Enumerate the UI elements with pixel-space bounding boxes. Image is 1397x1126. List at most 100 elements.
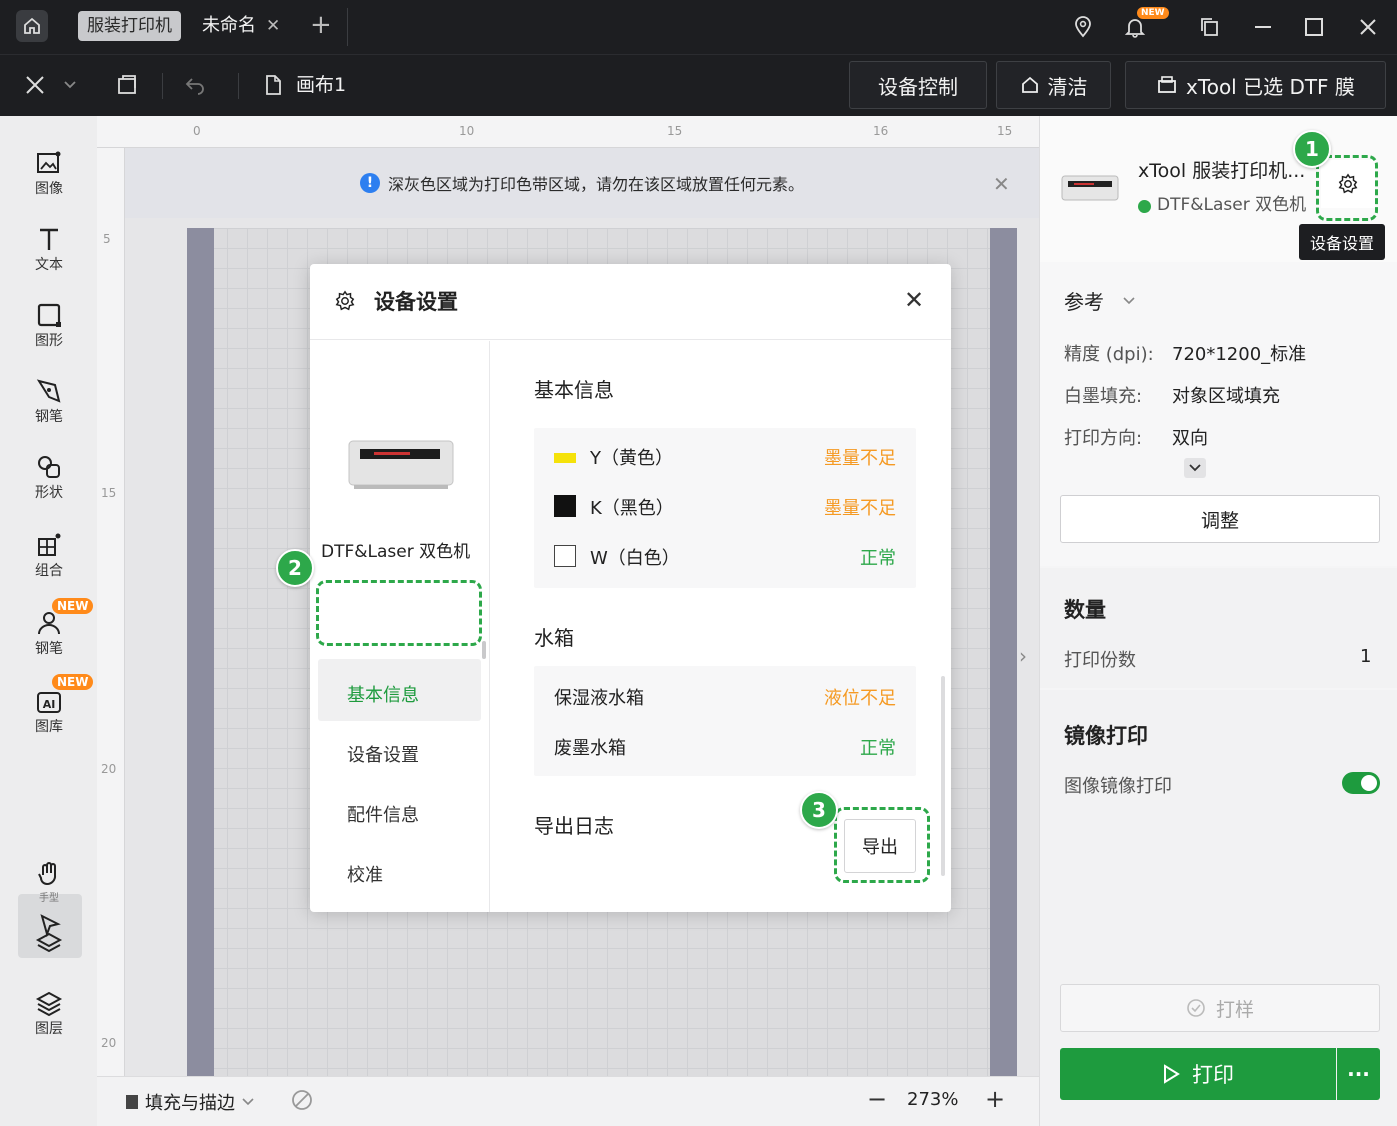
layers-toggle-button[interactable] xyxy=(18,912,80,974)
dialog-header: 设备设置 ✕ xyxy=(310,264,951,340)
no-fill-icon[interactable] xyxy=(291,1089,313,1116)
device-name: xTool 服装打印机... xyxy=(1138,160,1306,182)
export-log-title: 导出日志 xyxy=(534,814,614,838)
home-button[interactable] xyxy=(16,10,48,42)
device-thumbnail xyxy=(1061,175,1119,201)
printer-icon xyxy=(1158,76,1176,93)
device-control-button[interactable]: 设备控制 xyxy=(849,61,987,109)
image-icon xyxy=(34,148,64,178)
notice-close-icon[interactable]: ✕ xyxy=(993,172,1010,196)
fill-stroke-toggle[interactable]: 填充与描边 xyxy=(125,1089,255,1115)
sidebar-item-label: 图像 xyxy=(35,181,63,197)
hand-tool-button[interactable]: 手型 xyxy=(18,850,80,912)
direction-value: 双向 xyxy=(1172,428,1208,449)
ink-swatch-white xyxy=(554,545,576,567)
selected-device-button[interactable]: xTool 已选 DTF 膜 xyxy=(1125,61,1386,109)
undo-icon[interactable] xyxy=(178,68,212,102)
print-ribbon-band-left xyxy=(187,228,214,1076)
fill-stroke-icon xyxy=(126,1095,138,1109)
nav-basic-info[interactable]: 基本信息 xyxy=(347,681,419,707)
sidebar-item-group[interactable]: 组合 xyxy=(18,524,80,586)
expand-more-button[interactable] xyxy=(1184,458,1206,478)
precision-value: 720*1200_标准 xyxy=(1172,344,1307,365)
mirror-toggle[interactable] xyxy=(1342,772,1380,794)
maximize-icon[interactable] xyxy=(1297,10,1331,44)
white-fill-label: 白墨填充: xyxy=(1064,386,1143,407)
ruler-top: 0 10 15 16 15 xyxy=(97,116,1039,148)
copy-windows-icon[interactable] xyxy=(1192,10,1226,44)
chevron-right-icon[interactable]: › xyxy=(1019,644,1027,668)
ruler-tick-label: 20 xyxy=(101,762,117,776)
zoom-out-button[interactable]: − xyxy=(867,1085,887,1113)
content-scrollbar[interactable] xyxy=(941,676,945,876)
tab-clothing-printer[interactable]: 服装打印机 xyxy=(78,11,181,41)
right-panel: xTool 服装打印机... DTF&Laser 双色机 1 设备设置 参考 精… xyxy=(1039,116,1397,1126)
hand-icon xyxy=(34,859,64,889)
toggle-knob xyxy=(1361,775,1377,791)
ruler-tick-label: 15 xyxy=(997,124,1013,138)
highlight-basic-info xyxy=(316,580,482,646)
tab-untitled[interactable]: 未命名 xyxy=(202,11,256,41)
device-image xyxy=(348,440,454,489)
nav-calibration[interactable]: 校准 xyxy=(347,861,383,887)
clean-button[interactable]: 清洁 xyxy=(996,61,1111,109)
direction-label: 打印方向: xyxy=(1064,428,1143,449)
chevron-down-icon xyxy=(1189,464,1201,472)
nav-device-settings[interactable]: 设备设置 xyxy=(347,741,419,767)
nav-accessory-info[interactable]: 配件信息 xyxy=(347,801,419,827)
print-actions: 打样 打印 ··· xyxy=(1040,960,1397,1126)
tool-close-icon[interactable] xyxy=(18,68,52,102)
mirror-section: 镜像打印 图像镜像打印 xyxy=(1040,690,1397,960)
sidebar-item-label: 图形 xyxy=(35,333,63,349)
zoom-in-button[interactable]: + xyxy=(985,1085,1005,1113)
more-options-button[interactable]: ··· xyxy=(1337,1048,1380,1100)
step-badge-2: 2 xyxy=(276,549,314,587)
copies-label: 打印份数 xyxy=(1064,650,1136,671)
ruler-tick-label: 10 xyxy=(459,124,475,138)
sidebar-item-text[interactable]: 文本 xyxy=(18,218,80,280)
step-badge-3: 3 xyxy=(800,791,838,829)
sidebar-item-label: 钢笔 xyxy=(35,409,63,425)
home-icon xyxy=(24,17,40,34)
minimize-icon[interactable] xyxy=(1246,10,1280,44)
dialog-close-icon[interactable]: ✕ xyxy=(904,286,924,314)
play-icon xyxy=(1164,1064,1180,1084)
sidebar-scrollbar[interactable] xyxy=(482,641,486,659)
sidebar-item-layers[interactable]: 图层 xyxy=(18,982,80,1044)
tank-title: 水箱 xyxy=(534,626,574,650)
reference-label[interactable]: 参考 xyxy=(1064,286,1104,315)
device-model: DTF&Laser 双色机 xyxy=(1157,195,1307,215)
canvas-name[interactable]: 画布1 xyxy=(296,69,346,101)
sidebar-item-pen[interactable]: 钢笔 xyxy=(18,370,80,432)
square-icon xyxy=(34,300,64,330)
sidebar-item-graphic[interactable]: 图形 xyxy=(18,294,80,356)
print-ribbon-band-right xyxy=(990,228,1017,1076)
new-badge: NEW xyxy=(52,674,94,690)
highlight-device-settings xyxy=(1316,155,1378,221)
chevron-down-icon[interactable] xyxy=(56,68,84,102)
zoom-level[interactable]: 273% xyxy=(907,1089,958,1110)
step-badge-1: 1 xyxy=(1293,130,1331,168)
adjust-button[interactable]: 调整 xyxy=(1060,495,1380,543)
tab-close-icon[interactable]: ✕ xyxy=(266,11,280,41)
pen-nib-icon xyxy=(34,376,64,406)
location-icon[interactable] xyxy=(1066,10,1100,44)
new-tab-button[interactable]: + xyxy=(310,8,332,42)
save-icon[interactable] xyxy=(110,68,144,102)
info-icon: ! xyxy=(359,173,380,193)
toolbar-divider xyxy=(162,73,163,99)
chevron-down-icon[interactable] xyxy=(1122,296,1136,306)
house-clean-icon xyxy=(1021,76,1038,93)
mirror-label: 图像镜像打印 xyxy=(1064,776,1172,797)
print-button[interactable]: 打印 xyxy=(1060,1048,1336,1100)
window-close-icon[interactable] xyxy=(1351,10,1385,44)
copies-value[interactable]: 1 xyxy=(1360,646,1371,667)
toolbar-divider xyxy=(238,73,239,99)
ink-name: W（白色） xyxy=(590,548,680,569)
sidebar-item-shape[interactable]: 形状 xyxy=(18,446,80,508)
ruler-tick-label: 5 xyxy=(103,232,111,246)
sidebar-item-image[interactable]: 图像 xyxy=(18,142,80,204)
device-model-label: DTF&Laser 双色机 xyxy=(321,542,471,562)
sample-print-button[interactable]: 打样 xyxy=(1060,984,1380,1032)
sidebar-item-label: 文本 xyxy=(35,257,63,273)
